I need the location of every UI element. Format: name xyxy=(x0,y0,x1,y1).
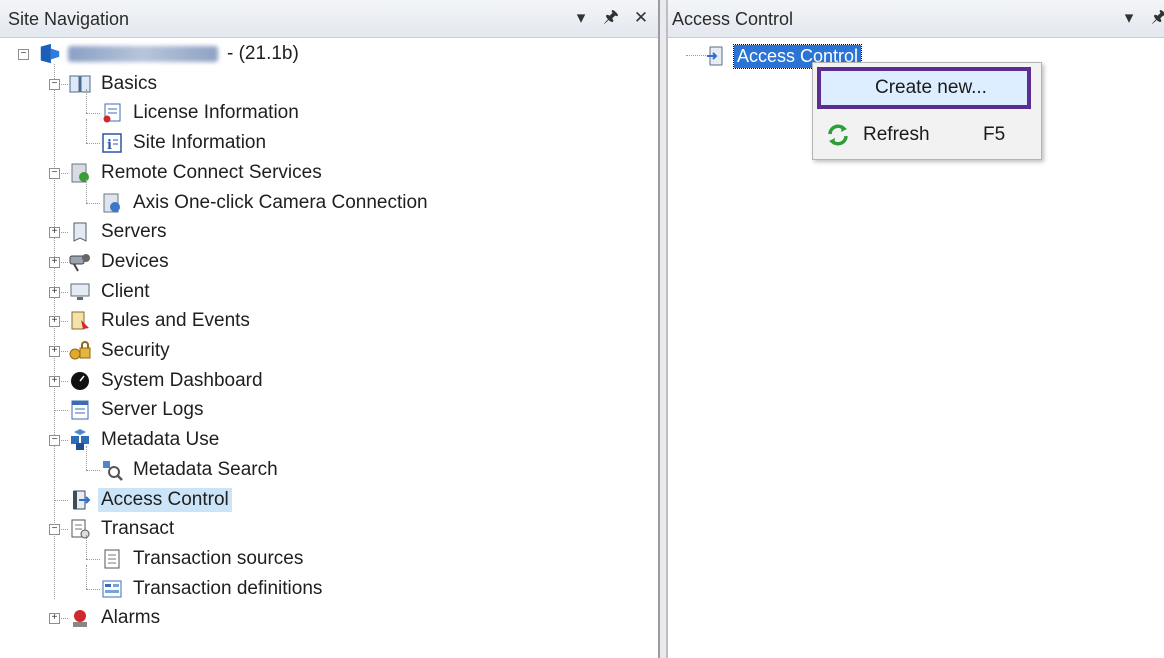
tree-item-access-control[interactable]: Access Control xyxy=(68,486,232,514)
site-navigation-pane: Site Navigation ▾ 🖈 ✕ - (21.1b) − − Basics L… xyxy=(0,0,658,658)
menu-item-refresh-shortcut: F5 xyxy=(983,124,1006,145)
tree-item-remote-connect-services[interactable]: Remote Connect Services xyxy=(68,159,325,187)
refresh-icon xyxy=(825,122,851,148)
menu-item-create-new[interactable]: Create new... xyxy=(817,67,1031,109)
tree-item-label: Basics xyxy=(101,72,157,94)
toggle-collapse-icon[interactable]: − xyxy=(49,167,60,179)
tree-item-security[interactable]: Security xyxy=(68,337,173,365)
site-root-suffix: - (21.1b) xyxy=(227,43,299,64)
close-icon[interactable]: ✕ xyxy=(632,8,650,27)
tree-item-transaction-sources[interactable]: Transaction sources xyxy=(100,545,306,573)
tree-item-transaction-definitions[interactable]: Transaction definitions xyxy=(100,575,325,603)
toggle-collapse-icon[interactable]: − xyxy=(49,78,60,90)
tree-item-label: Security xyxy=(101,340,170,361)
remote-connect-icon xyxy=(68,161,92,185)
access-control-titlebar: Access Control ▾ 🖈 xyxy=(668,0,1164,38)
transact-icon xyxy=(68,517,92,541)
access-control-icon xyxy=(704,44,728,68)
tree-item-label: Alarms xyxy=(101,607,161,629)
tree-item-alarms[interactable]: Alarms xyxy=(68,604,163,632)
pin-icon[interactable]: 🖈 xyxy=(602,7,620,27)
transaction-definitions-icon xyxy=(100,577,124,601)
tree-item-servers[interactable]: Servers xyxy=(68,218,169,246)
tree-item-label: Metadata Search xyxy=(133,458,278,480)
menu-item-refresh-label: Refresh xyxy=(863,124,930,145)
tree-item-label: Metadata Use xyxy=(101,429,220,451)
toggle-expand-icon[interactable]: + xyxy=(49,346,60,357)
tree-item-label: Transact xyxy=(101,518,175,540)
tree-item-label: Axis One-click Camera Connection xyxy=(133,191,428,213)
tree-item-label: Server Logs xyxy=(101,399,204,421)
tree-item-label: Client xyxy=(101,280,150,302)
site-root-node[interactable]: - (21.1b) xyxy=(38,40,302,68)
tree-item-label: System Dashboard xyxy=(101,369,263,391)
dropdown-icon[interactable]: ▾ xyxy=(572,8,590,27)
site-name-redacted xyxy=(68,46,218,62)
access-control-title: Access Control xyxy=(672,9,794,29)
toggle-collapse-icon[interactable]: − xyxy=(49,524,60,536)
dropdown-icon[interactable]: ▾ xyxy=(1120,8,1138,27)
tree-item-label: Access Control xyxy=(98,487,232,512)
dashboard-icon xyxy=(68,369,92,393)
pane-splitter[interactable] xyxy=(658,0,668,658)
site-icon xyxy=(38,42,62,66)
transaction-sources-icon xyxy=(100,547,124,571)
toggle-expand-icon[interactable]: + xyxy=(49,227,60,239)
metadata-icon xyxy=(68,428,92,452)
tree-item-basics[interactable]: Basics xyxy=(68,70,160,98)
tree-item-metadata-use[interactable]: Metadata Use xyxy=(68,426,222,454)
svg-text:i: i xyxy=(107,138,112,153)
rules-icon xyxy=(68,309,92,333)
context-menu: Create new... Refresh F5 xyxy=(812,62,1042,160)
tree-item-license-information[interactable]: License Information xyxy=(100,99,302,127)
tree-item-label: License Information xyxy=(133,102,299,124)
tree-item-label: Servers xyxy=(101,221,167,243)
pin-icon[interactable]: 🖈 xyxy=(1150,7,1164,27)
alarms-icon xyxy=(68,606,92,630)
toggle-expand-icon[interactable]: + xyxy=(49,256,60,268)
book-icon xyxy=(68,72,92,96)
access-control-icon xyxy=(68,488,92,512)
toggle-expand-icon[interactable]: + xyxy=(49,316,60,328)
site-navigation-title: Site Navigation xyxy=(8,9,130,29)
tree-item-rules-and-events[interactable]: Rules and Events xyxy=(68,307,253,335)
menu-item-refresh[interactable]: Refresh F5 xyxy=(817,115,1031,155)
tree-item-client[interactable]: Client xyxy=(68,278,153,306)
tree-item-label: Transaction sources xyxy=(133,547,304,569)
camera-connection-icon xyxy=(100,191,124,215)
tree-item-server-logs[interactable]: Server Logs xyxy=(68,396,206,424)
tree-item-label: Devices xyxy=(101,250,169,272)
tree-item-metadata-search[interactable]: Metadata Search xyxy=(100,456,281,484)
tree-item-site-information[interactable]: i Site Information xyxy=(100,129,269,157)
info-icon: i xyxy=(100,131,124,155)
tree-item-label: Transaction definitions xyxy=(133,577,323,599)
tree-item-axis-one-click-camera-connection[interactable]: Axis One-click Camera Connection xyxy=(100,189,431,217)
toggle-collapse-icon[interactable]: − xyxy=(18,49,29,60)
server-icon xyxy=(68,220,92,244)
devices-icon xyxy=(68,250,92,274)
metadata-search-icon xyxy=(100,458,124,482)
toggle-expand-icon[interactable]: + xyxy=(49,613,60,625)
client-icon xyxy=(68,280,92,304)
license-icon xyxy=(100,101,124,125)
toggle-expand-icon[interactable]: + xyxy=(49,286,60,298)
toggle-collapse-icon[interactable]: − xyxy=(49,435,60,447)
toggle-expand-icon[interactable]: + xyxy=(49,375,60,387)
tree-item-devices[interactable]: Devices xyxy=(68,248,172,276)
tree-item-system-dashboard[interactable]: System Dashboard xyxy=(68,367,266,395)
tree-item-label: Site Information xyxy=(133,132,267,154)
security-icon xyxy=(68,339,92,363)
tree-item-label: Remote Connect Services xyxy=(101,161,322,183)
menu-item-create-new-label: Create new... xyxy=(875,77,987,98)
logs-icon xyxy=(68,398,92,422)
tree-item-label: Rules and Events xyxy=(101,310,250,332)
site-navigation-titlebar: Site Navigation ▾ 🖈 ✕ xyxy=(0,0,658,38)
tree-item-transact[interactable]: Transact xyxy=(68,515,177,543)
